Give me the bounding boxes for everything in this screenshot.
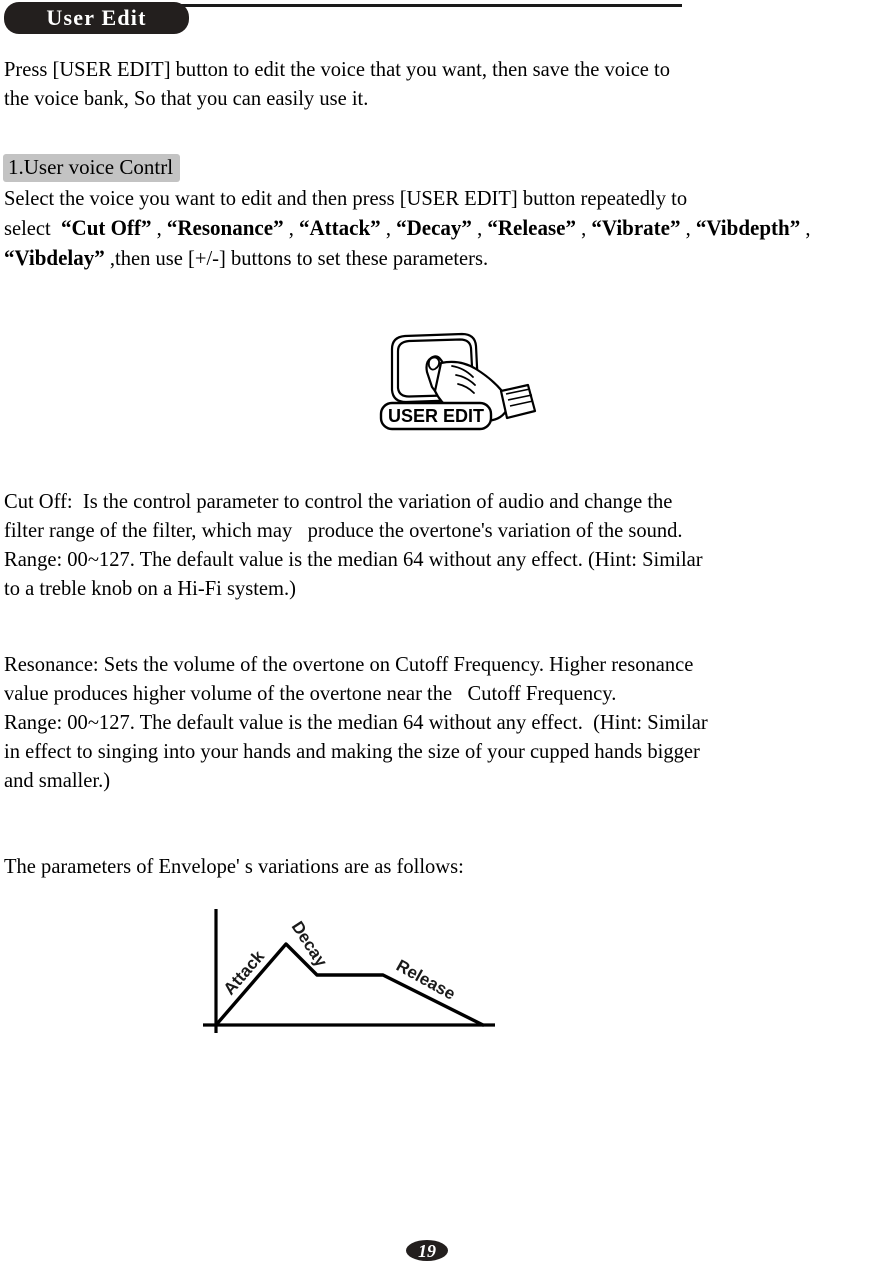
- section-heading-user-voice-control: 1.User voice Contrl: [3, 154, 181, 182]
- page-number: 19: [418, 1240, 436, 1261]
- user-edit-button-illustration: USER EDIT: [378, 325, 538, 437]
- cutoff-paragraph: Cut Off: Is the control parameter to con…: [4, 489, 703, 600]
- parameter-name-vibdepth: “Vibdepth”: [695, 215, 801, 240]
- parameter-name-cut-off: “Cut Off”: [61, 215, 152, 240]
- page-number-badge: 19: [406, 1240, 448, 1261]
- parameter-name-release: “Release”: [487, 215, 577, 240]
- envelope-intro-paragraph: The parameters of Envelope' s variations…: [4, 854, 464, 878]
- parameter-name-decay: “Decay”: [396, 215, 472, 240]
- resonance-paragraph: Resonance: Sets the volume of the overto…: [4, 652, 708, 792]
- user-edit-label-plate: USER EDIT: [379, 401, 493, 431]
- envelope-adsr-diagram: Attack Decay Release: [195, 900, 505, 1040]
- select-parameters-paragraph: Select the voice you want to edit and th…: [4, 184, 892, 273]
- parameter-name-resonance: “Resonance”: [166, 215, 284, 240]
- select-line-2: select “Cut Off” , “Resonance” , “Attack…: [4, 215, 816, 270]
- page-title-badge: User Edit: [4, 2, 189, 34]
- user-edit-button-label: USER EDIT: [388, 406, 484, 426]
- parameter-name-vibrate: “Vibrate”: [591, 215, 681, 240]
- parameter-name-attack: “Attack”: [298, 215, 381, 240]
- page-title: User Edit: [46, 5, 147, 30]
- intro-paragraph: Press [USER EDIT] button to edit the voi…: [4, 57, 671, 110]
- select-line-1: Select the voice you want to edit and th…: [4, 186, 688, 210]
- parameter-name-vibdelay: “Vibdelay”: [4, 245, 105, 270]
- envelope-label-decay: Decay: [288, 918, 332, 971]
